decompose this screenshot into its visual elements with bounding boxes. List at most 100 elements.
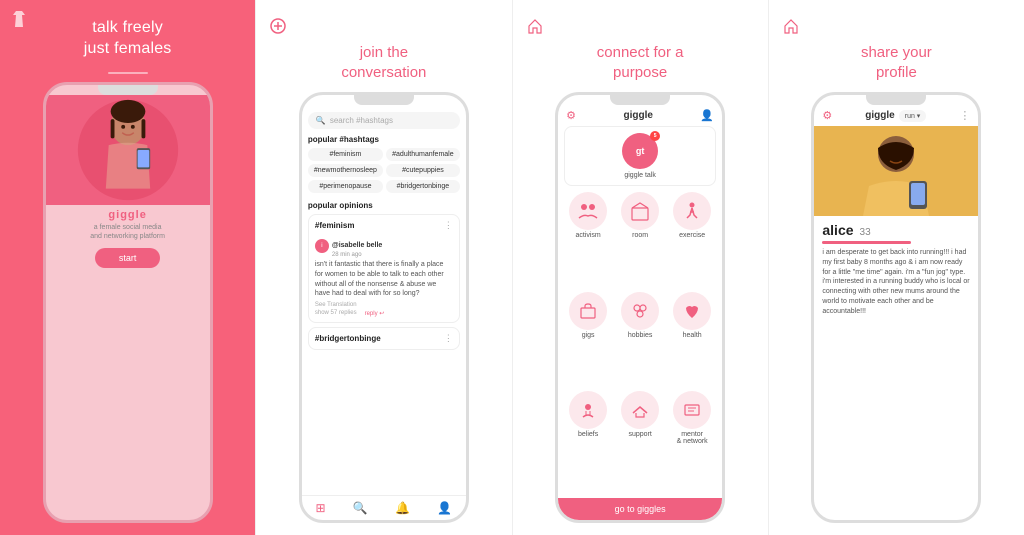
app-name-3: giggle	[623, 110, 652, 121]
settings-icon-4[interactable]: ⚙	[822, 109, 832, 122]
hobbies-icon	[621, 292, 659, 330]
search-placeholder: search #hashtags	[330, 116, 393, 125]
phone-3-header: ⚙ giggle 👤	[558, 105, 722, 126]
run-tag[interactable]: run ▾	[899, 110, 927, 122]
exercise-icon	[673, 192, 711, 230]
nav-user[interactable]: 👤	[437, 501, 452, 515]
popular-hashtags-label: popular #hashtags	[308, 135, 460, 144]
person-icon-3[interactable]: 👤	[700, 109, 714, 122]
gt-circle: gt 5	[622, 133, 658, 169]
category-health[interactable]: health	[668, 292, 716, 388]
opinion-1-user: i @isabelle belle 28 min ago	[315, 234, 453, 258]
beliefs-label: beliefs	[578, 431, 598, 438]
dress-icon	[12, 10, 26, 33]
category-support[interactable]: support	[616, 391, 664, 494]
category-activism[interactable]: activism	[564, 192, 612, 288]
hashtag-bridgertonbinge[interactable]: #bridgertonbinge	[386, 180, 460, 193]
category-beliefs[interactable]: beliefs	[564, 391, 612, 494]
category-room[interactable]: room	[616, 192, 664, 288]
phone-1-bottom: giggle a female social mediaand networki…	[46, 205, 210, 275]
nav-home[interactable]: ⊞	[316, 501, 326, 515]
nav-bell[interactable]: 🔔	[395, 501, 410, 515]
phone-mockup-2: 🔍 search #hashtags popular #hashtags #fe…	[299, 92, 469, 523]
opinion-card-2: #bridgertonbinge ⋮	[308, 327, 460, 350]
bottom-nav-2: ⊞ 🔍 🔔 👤	[302, 495, 466, 520]
profile-age: 33	[860, 227, 871, 238]
panel-connect-purpose: connect for apurpose ⚙ giggle 👤 gt 5 gig…	[513, 0, 769, 535]
home-icon-4	[779, 18, 799, 39]
profile-match-bar	[822, 241, 911, 244]
panel-share-profile: share yourprofile ⚙ giggle run ▾ ⋮	[769, 0, 1024, 535]
hashtag-feminism[interactable]: #feminism	[308, 148, 383, 161]
nav-search[interactable]: 🔍	[353, 501, 368, 515]
phone-notch-1	[98, 85, 158, 95]
phone-2-content: 🔍 search #hashtags popular #hashtags #fe…	[302, 105, 466, 495]
gt-badge: 5	[650, 131, 660, 141]
post-time: 28 min ago	[332, 252, 382, 258]
category-hobbies[interactable]: hobbies	[616, 292, 664, 388]
hashtag-adulthumanfemale[interactable]: #adulthumanfemale	[386, 148, 460, 161]
user-info: @isabelle belle 28 min ago	[332, 234, 382, 258]
phone-mockup-1: giggle a female social mediaand networki…	[43, 82, 213, 523]
profile-name: alice	[822, 222, 853, 238]
panel-2-title: join theconversation	[341, 43, 426, 82]
support-label: support	[628, 431, 651, 438]
activism-icon	[569, 192, 607, 230]
go-to-giggles-button[interactable]: go to giggles	[558, 498, 722, 520]
mentor-label: mentor & network	[677, 431, 708, 445]
support-icon	[621, 391, 659, 429]
phone-notch-4	[866, 95, 926, 105]
health-icon	[673, 292, 711, 330]
search-bar[interactable]: 🔍 search #hashtags	[308, 112, 460, 129]
search-icon-small: 🔍	[316, 116, 326, 125]
category-gigs[interactable]: gigs	[564, 292, 612, 388]
start-button[interactable]: start	[95, 248, 161, 268]
hashtag-cutepuppies[interactable]: #cutepuppies	[386, 164, 460, 177]
reply-button[interactable]: reply ↩	[365, 310, 385, 317]
panel-4-title: share yourprofile	[861, 43, 932, 82]
opinion-1-actions: See Translation	[315, 302, 453, 308]
phone-4-header: ⚙ giggle run ▾ ⋮	[814, 105, 978, 126]
giggle-talk-label: giggle talk	[571, 172, 709, 179]
app-name-4: giggle	[865, 110, 894, 121]
panel-1-title: talk freelyjust females	[84, 18, 172, 60]
more-icon-4[interactable]: ⋮	[959, 109, 970, 122]
opinion-1-text: isn't it fantastic that there is finally…	[315, 260, 453, 299]
giggle-tagline: a female social mediaand networking plat…	[52, 223, 204, 243]
mentor-icon	[673, 391, 711, 429]
home-icon-3	[523, 18, 543, 39]
settings-icon[interactable]: ⚙	[566, 109, 576, 122]
beliefs-icon	[569, 391, 607, 429]
panel-talk-freely: talk freelyjust females	[0, 0, 255, 535]
room-label: room	[632, 232, 648, 239]
profile-bio: i am desperate to get back into running!…	[822, 248, 970, 317]
username-isabelle: @isabelle belle	[332, 242, 382, 249]
gigs-label: gigs	[582, 332, 595, 339]
panel-3-title: connect for apurpose	[597, 43, 684, 82]
more-icon[interactable]: ⋮	[444, 220, 453, 231]
profile-info: alice 33 i am desperate to get back into…	[814, 216, 978, 323]
gigs-icon	[569, 292, 607, 330]
add-circle-icon	[266, 18, 286, 39]
phone-mockup-4: ⚙ giggle run ▾ ⋮	[811, 92, 981, 523]
health-label: health	[683, 332, 702, 339]
phone-1-image	[46, 95, 210, 205]
opinion-1-replies: show 57 replies reply ↩	[315, 310, 453, 317]
gt-text: gt	[636, 146, 645, 156]
phone-mockup-3: ⚙ giggle 👤 gt 5 giggle talk activism	[555, 92, 725, 523]
panel-1-divider	[108, 72, 148, 74]
opinions-section: popular opinions #feminism ⋮ i @isabelle…	[308, 201, 460, 354]
giggle-talk-card[interactable]: gt 5 giggle talk	[564, 126, 716, 186]
see-translation[interactable]: See Translation	[315, 302, 357, 308]
show-replies[interactable]: show 57 replies	[315, 310, 357, 317]
hobbies-label: hobbies	[628, 332, 653, 339]
activism-label: activism	[575, 232, 600, 239]
opinion-card-1: #feminism ⋮ i @isabelle belle 28 min ago…	[308, 214, 460, 323]
category-exercise[interactable]: exercise	[668, 192, 716, 288]
hashtag-perimenopause[interactable]: #perimenopause	[308, 180, 383, 193]
category-mentor[interactable]: mentor & network	[668, 391, 716, 494]
more-icon-2[interactable]: ⋮	[444, 333, 453, 344]
opinion-1-hashtag: #feminism	[315, 221, 355, 230]
opinion-2-hashtag: #bridgertonbinge	[315, 334, 381, 343]
hashtag-newmothernosleep[interactable]: #newmothernosleep	[308, 164, 383, 177]
